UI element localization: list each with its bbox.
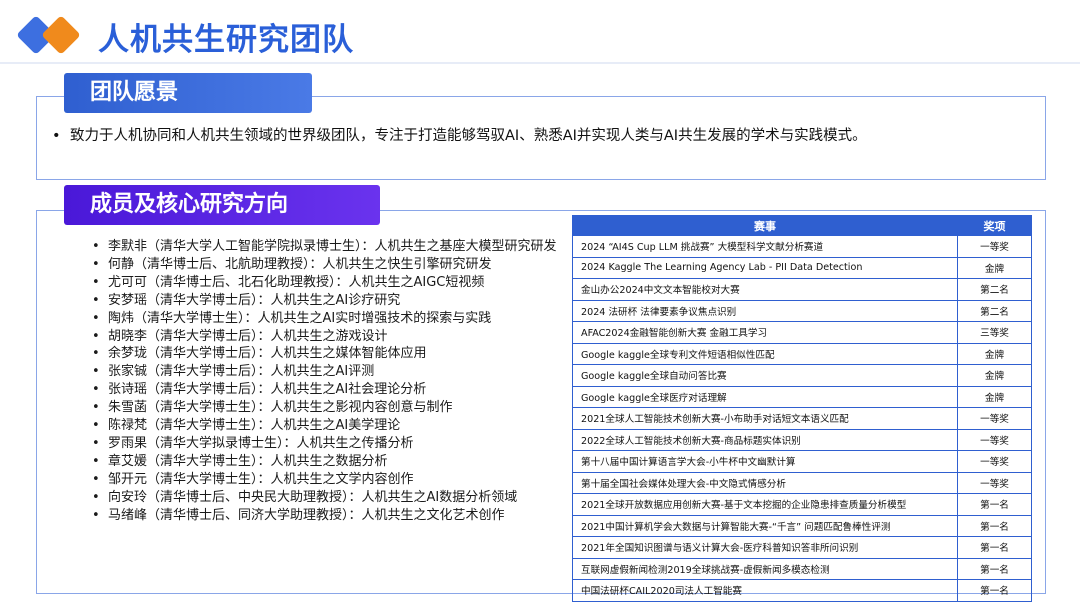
table-row: 2021全球人工智能技术创新大赛-小布助手对话短文本语义匹配 一等奖 [572,407,1032,430]
table-row: 2022全球人工智能技术创新大赛-商品标题实体识别 一等奖 [572,428,1032,451]
award-cell: 一等奖 [957,471,1032,494]
award-cell: 三等奖 [957,321,1032,344]
table-row: 第十届全国社会媒体处理大会-中文隐式情感分析 一等奖 [572,471,1032,494]
member-item: 张诗瑶（清华大学博士后）：人机共生之AI社会理论分析 [92,381,582,399]
competition-cell: 2021年全国知识图谱与语义计算大会-医疗科普知识答非所问识别 [572,536,958,559]
award-cell: 一等奖 [957,235,1032,258]
award-cell: 第一名 [957,579,1032,602]
table-row: 第十八届中国计算语言学大会-小牛杯中文幽默计算 一等奖 [572,450,1032,473]
award-cell: 一等奖 [957,450,1032,473]
competition-cell: 中国法研杯CAIL2020司法人工智能赛 [572,579,958,602]
award-cell: 一等奖 [957,428,1032,451]
award-cell: 第二名 [957,278,1032,301]
member-item: 陈禄梵（清华大学博士生）：人机共生之AI美学理论 [92,417,582,435]
competition-cell: 第十八届中国计算语言学大会-小牛杯中文幽默计算 [572,450,958,473]
logo-orange-diamond [41,15,81,55]
member-item: 陶炜（清华大学博士生）：人机共生之AI实时增强技术的探索与实践 [92,310,582,328]
competition-cell: 互联网虚假新闻检测2019全球挑战赛-虚假新闻多模态检测 [572,557,958,580]
competition-cell: 2024 “AI4S Cup LLM 挑战赛” 大模型科学文献分析赛道 [572,235,958,258]
member-item: 安梦瑶（清华大学博士后）：人机共生之AI诊疗研究 [92,292,582,310]
member-item: 马绪峰（清华博士后、同济大学助理教授）：人机共生之文化艺术创作 [92,507,582,525]
competition-cell: 2022全球人工智能技术创新大赛-商品标题实体识别 [572,428,958,451]
award-cell: 第一名 [957,557,1032,580]
table-row: 2021全球开放数据应用创新大赛-基于文本挖掘的企业隐患排查质量分析模型 第一名 [572,493,1032,516]
vision-text: 致力于人机协同和人机共生领域的世界级团队，专注于打造能够驾驭AI、熟悉AI并实现… [70,128,867,144]
award-cell: 第二名 [957,299,1032,322]
award-cell: 金牌 [957,342,1032,365]
member-item: 余梦珑（清华大学博士后）：人机共生之媒体智能体应用 [92,345,582,363]
competition-cell: 2024 法研杯 法律要素争议焦点识别 [572,299,958,322]
competition-cell: 金山办公2024中文文本智能校对大赛 [572,278,958,301]
table-row: AFAC2024金融智能创新大赛 金融工具学习 三等奖 [572,321,1032,344]
members-section-title: 成员及核心研究方向 [64,185,380,225]
vision-section-title: 团队愿景 [64,73,312,113]
member-item: 尤可可（清华博士后、北石化助理教授）：人机共生之AIGC短视频 [92,274,582,292]
member-list: 李默非（清华大学人工智能学院拟录博士生）：人机共生之基座大模型研究研发 何静（清… [92,238,582,525]
table-row: 2024 Kaggle The Learning Agency Lab - PI… [572,256,1032,279]
table-row: 中国法研杯CAIL2020司法人工智能赛 第一名 [572,579,1032,602]
competition-cell: Google kaggle全球医疗对话理解 [572,385,958,408]
award-cell: 金牌 [957,364,1032,387]
competition-cell: 2021全球开放数据应用创新大赛-基于文本挖掘的企业隐患排查质量分析模型 [572,493,958,516]
competition-cell: 2024 Kaggle The Learning Agency Lab - PI… [572,256,958,279]
member-item: 何静（清华博士后、北航助理教授）：人机共生之快生引擎研究研发 [92,256,582,274]
column-header-competition: 赛事 [572,215,958,236]
award-cell: 金牌 [957,385,1032,408]
table-row: Google kaggle全球专利文件短语相似性匹配 金牌 [572,342,1032,365]
competition-cell: 2021中国计算机学会大数据与计算智能大赛-“千言” 问题匹配鲁棒性评测 [572,514,958,537]
table-row: Google kaggle全球自动问答比赛 金牌 [572,364,1032,387]
table-row: 2021年全国知识图谱与语义计算大会-医疗科普知识答非所问识别 第一名 [572,536,1032,559]
member-item: 罗雨果（清华大学拟录博士生）：人机共生之传播分析 [92,435,582,453]
award-cell: 第一名 [957,493,1032,516]
member-item: 张家铖（清华大学博士后）：人机共生之AI评测 [92,363,582,381]
table-row: 2024 法研杯 法律要素争议焦点识别 第二名 [572,299,1032,322]
member-item: 向安玲（清华博士后、中央民大助理教授）：人机共生之AI数据分析领域 [92,489,582,507]
award-cell: 金牌 [957,256,1032,279]
table-row: Google kaggle全球医疗对话理解 金牌 [572,385,1032,408]
column-header-award: 奖项 [957,215,1032,236]
header-divider [0,62,1080,64]
competition-cell: Google kaggle全球自动问答比赛 [572,364,958,387]
member-item: 李默非（清华大学人工智能学院拟录博士生）：人机共生之基座大模型研究研发 [92,238,582,256]
table-row: 金山办公2024中文文本智能校对大赛 第二名 [572,278,1032,301]
page-title: 人机共生研究团队 [98,22,354,58]
vision-statement: • 致力于人机协同和人机共生领域的世界级团队，专注于打造能够驾驭AI、熟悉AI并实… [52,124,1032,145]
member-item: 胡晓李（清华大学博士后）：人机共生之游戏设计 [92,328,582,346]
competition-cell: Google kaggle全球专利文件短语相似性匹配 [572,342,958,365]
member-item: 章艾媛（清华大学博士生）：人机共生之数据分析 [92,453,582,471]
competition-cell: 2021全球人工智能技术创新大赛-小布助手对话短文本语义匹配 [572,407,958,430]
award-cell: 一等奖 [957,407,1032,430]
table-row: 2024 “AI4S Cup LLM 挑战赛” 大模型科学文献分析赛道 一等奖 [572,235,1032,258]
table-header-row: 赛事 奖项 [572,215,1032,236]
member-item: 朱雪菡（清华大学博士生）：人机共生之影视内容创意与制作 [92,399,582,417]
member-item: 邹开元（清华大学博士生）：人机共生之文学内容创作 [92,471,582,489]
table-row: 2021中国计算机学会大数据与计算智能大赛-“千言” 问题匹配鲁棒性评测 第一名 [572,514,1032,537]
table-row: 互联网虚假新闻检测2019全球挑战赛-虚假新闻多模态检测 第一名 [572,557,1032,580]
awards-table: 赛事 奖项 2024 “AI4S Cup LLM 挑战赛” 大模型科学文献分析赛… [572,215,1032,602]
award-cell: 第一名 [957,514,1032,537]
logo [16,15,87,56]
award-cell: 第一名 [957,536,1032,559]
bullet: • [52,128,61,144]
competition-cell: AFAC2024金融智能创新大赛 金融工具学习 [572,321,958,344]
competition-cell: 第十届全国社会媒体处理大会-中文隐式情感分析 [572,471,958,494]
